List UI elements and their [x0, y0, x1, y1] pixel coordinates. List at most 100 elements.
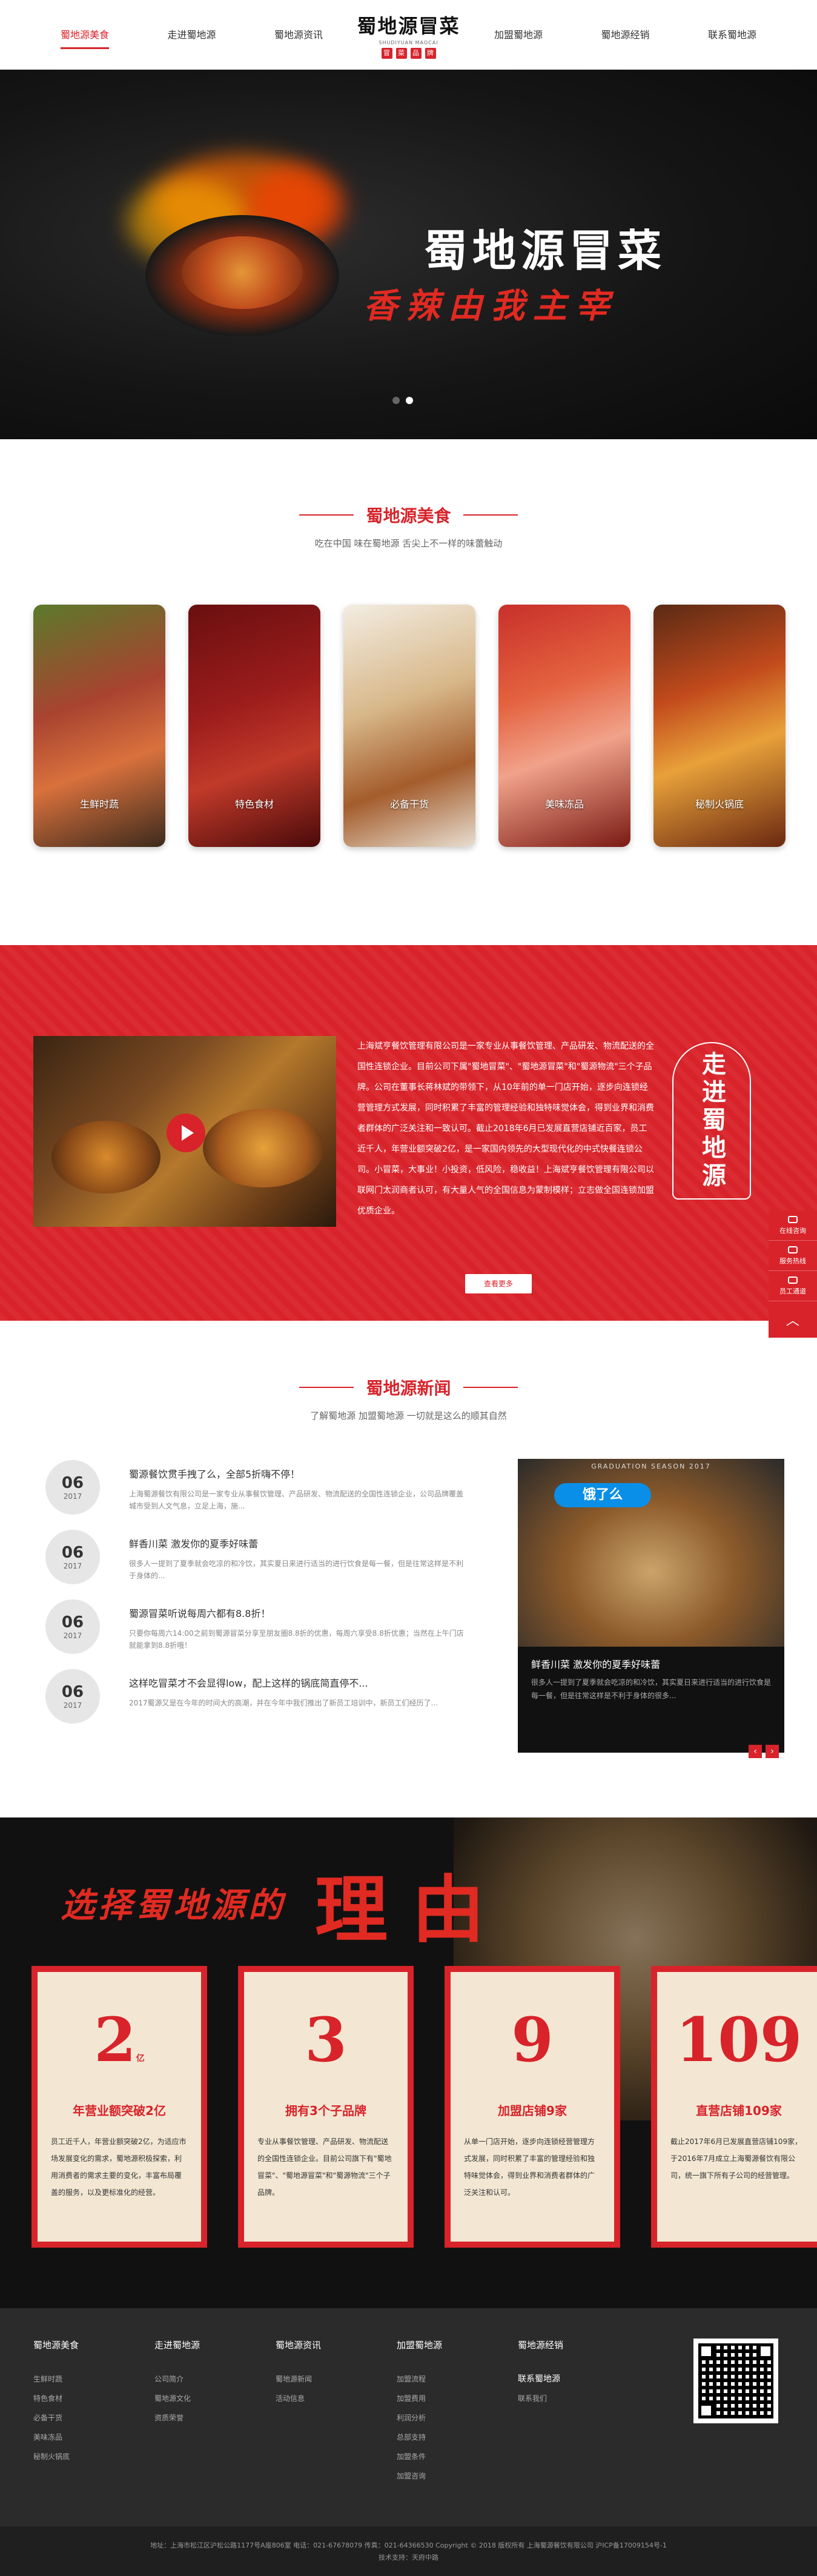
- staff-channel-button[interactable]: 员工通道: [769, 1271, 817, 1301]
- footer-link[interactable]: 联系蜀地源: [518, 2369, 639, 2389]
- logo[interactable]: 蜀地源冒菜 SHUDIYUAN MAOCAI 冒 菜 品 牌: [357, 0, 460, 70]
- news-item[interactable]: 06 2017 蜀源餐饮贯手拽了么，全部5折嗨不停！ 上海蜀源餐饮有限公司是一家…: [45, 1460, 494, 1530]
- news-item-desc: 只要你每周六14:00之前到蜀源冒菜分享至朋友圈8.8折的优惠，每周六享受8.8…: [129, 1629, 464, 1650]
- back-to-top-button[interactable]: ︿: [769, 1301, 817, 1338]
- news-date: 06 2017: [45, 1669, 100, 1724]
- footer-link[interactable]: 必备干货: [33, 2408, 154, 2428]
- news-item[interactable]: 06 2017 这样吃冒菜才不会显得low，配上这样的锅底简直停不... 201…: [45, 1669, 494, 1739]
- nav-join[interactable]: 加盟蜀地源: [470, 0, 567, 70]
- news-list: 06 2017 蜀源餐饮贯手拽了么，全部5折嗨不停！ 上海蜀源餐饮有限公司是一家…: [45, 1460, 494, 1739]
- food-card-label: 必备干货: [389, 798, 429, 810]
- news-year: 2017: [63, 1492, 82, 1501]
- title-line: [299, 1387, 354, 1388]
- hero-banner[interactable]: 蜀地源冒菜 香辣由我主宰: [0, 70, 817, 439]
- news-item-desc: 很多人一提到了夏季就会吃凉的和冷饮，其实夏日来进行适当的进行饮食是每一餐，但是往…: [129, 1559, 464, 1580]
- footer-column-title[interactable]: 蜀地源经销: [518, 2339, 639, 2351]
- reason-cards: 2亿 年营业额突破2亿 员工近千人，年营业额突破2亿，为适应市场发展变化的需求，…: [31, 1966, 817, 2248]
- logo-badge: 牌: [425, 48, 436, 59]
- footer-link[interactable]: 资质荣誉: [154, 2408, 276, 2428]
- news-body: 这样吃冒菜才不会显得low，配上这样的锅底简直停不... 2017蜀源又是在今年…: [129, 1669, 468, 1739]
- nav-food[interactable]: 蜀地源美食: [36, 0, 133, 70]
- reason-number-unit: 亿: [136, 2054, 145, 2063]
- about-video[interactable]: [33, 1036, 336, 1227]
- news-item-title[interactable]: 这样吃冒菜才不会显得low，配上这样的锅底简直停不...: [129, 1675, 468, 1690]
- reason-desc: 截止2017年6月已发展直营店铺109家，于2016年7月成立上海蜀源餐饮有限公…: [670, 2137, 802, 2180]
- footer-column-title[interactable]: 蜀地源资讯: [276, 2339, 397, 2351]
- footer-link[interactable]: 加盟流程: [397, 2369, 518, 2389]
- reason-title: 年营业额突破2亿: [73, 2103, 166, 2118]
- reason-number: 9: [451, 2010, 614, 2089]
- qr-code-pattern: [698, 2343, 773, 2418]
- footer-column-title[interactable]: 加盟蜀地源: [397, 2339, 518, 2351]
- phone-icon: [788, 1246, 798, 1253]
- banner-dot[interactable]: [392, 397, 400, 404]
- food-title: 蜀地源美食: [0, 439, 817, 527]
- footer-link[interactable]: 特色食材: [33, 2389, 154, 2408]
- about-more-button[interactable]: 查看更多: [465, 1274, 532, 1293]
- footer-link[interactable]: 蜀地源新闻: [276, 2369, 397, 2389]
- footer-link[interactable]: 利润分析: [397, 2408, 518, 2428]
- footer-link[interactable]: 加盟咨询: [397, 2466, 518, 2486]
- service-hotline-button[interactable]: 服务热线: [769, 1241, 817, 1271]
- news-feature-title[interactable]: 鲜香川菜 激发你的夏季好味蕾: [518, 1647, 784, 1676]
- nav-dealer[interactable]: 蜀地源经销: [577, 0, 674, 70]
- food-card[interactable]: 秘制火锅底: [653, 605, 786, 847]
- news-item-title[interactable]: 鲜香川菜 激发你的夏季好味蕾: [129, 1536, 468, 1550]
- user-icon: [788, 1276, 798, 1284]
- reason-card: 3 拥有3个子品牌 专业从事餐饮管理、产品研发、物流配送的全国性连锁企业。目前公…: [238, 1966, 414, 2248]
- news-date: 06 2017: [45, 1599, 100, 1654]
- online-consult-button[interactable]: 在线咨询: [769, 1210, 817, 1241]
- food-subtitle: 吃在中国 味在蜀地源 舌尖上不一样的味蕾触动: [314, 538, 503, 549]
- qr-corner: [698, 2403, 714, 2418]
- nav-contact[interactable]: 联系蜀地源: [684, 0, 781, 70]
- footer-link[interactable]: 活动信息: [276, 2389, 397, 2408]
- play-icon[interactable]: [167, 1114, 205, 1152]
- news-day: 06: [61, 1613, 84, 1632]
- qr-code: [693, 2339, 778, 2423]
- about-seal: 走进蜀地源: [672, 1042, 751, 1200]
- food-cards: 生鲜时蔬 特色食材 必备干货 美味冻品 秘制火锅底: [33, 605, 786, 847]
- footer-link[interactable]: 加盟条件: [397, 2447, 518, 2466]
- banner-slogan-main: 蜀地源冒菜: [424, 225, 667, 276]
- title-line: [463, 514, 518, 516]
- food-card-label: 美味冻品: [544, 798, 584, 810]
- news-feature-image: GRADUATION SEASON 2017 饿了么: [518, 1459, 784, 1647]
- footer-link[interactable]: 蜀地源文化: [154, 2389, 276, 2408]
- logo-badge: 菜: [395, 48, 407, 59]
- news-item[interactable]: 06 2017 蜀源冒菜听说每周六都有8.8折！ 只要你每周六14:00之前到蜀…: [45, 1599, 494, 1669]
- news-feature-card[interactable]: GRADUATION SEASON 2017 饿了么 鲜香川菜 激发你的夏季好味…: [518, 1459, 784, 1753]
- news-item-title[interactable]: 蜀源餐饮贯手拽了么，全部5折嗨不停！: [129, 1466, 468, 1481]
- reasons-title-lead: 选择蜀地源的: [61, 1885, 286, 1925]
- food-card[interactable]: 必备干货: [343, 605, 475, 847]
- banner-dot-active[interactable]: [406, 397, 413, 404]
- arrow-right-icon[interactable]: ›: [766, 1745, 779, 1758]
- footer-link[interactable]: 美味冻品: [33, 2428, 154, 2447]
- news-feature-desc: 很多人一提到了夏季就会吃凉的和冷饮，其实夏日来进行适当的进行饮食是每一餐，但是往…: [531, 1678, 772, 1700]
- banner-slogan-sub: 香辣由我主宰: [363, 286, 618, 326]
- news-item[interactable]: 06 2017 鲜香川菜 激发你的夏季好味蕾 很多人一提到了夏季就会吃凉的和冷饮…: [45, 1530, 494, 1599]
- footer-link[interactable]: 公司简介: [154, 2369, 276, 2389]
- reason-desc: 员工近千人，年营业额突破2亿，为适应市场发展变化的需求，蜀地源积极探索，利用消费…: [51, 2137, 187, 2197]
- footer-column-title[interactable]: 走进蜀地源: [154, 2339, 276, 2351]
- arrow-left-icon[interactable]: ‹: [749, 1745, 762, 1758]
- footer-column-title[interactable]: 蜀地源美食: [33, 2339, 154, 2351]
- footer-link[interactable]: 秘制火锅底: [33, 2447, 154, 2466]
- food-card[interactable]: 生鲜时蔬: [33, 605, 165, 847]
- nav-about[interactable]: 走进蜀地源: [144, 0, 240, 70]
- reason-number: 109: [657, 2010, 817, 2089]
- footer: 蜀地源美食 生鲜时蔬 特色食材 必备干货 美味冻品 秘制火锅底 走进蜀地源 公司…: [0, 2308, 817, 2526]
- copyright-bar: 地址：上海市松江区沪松公路1177号A座806室 电话：021-67678079…: [0, 2526, 817, 2576]
- footer-link[interactable]: 生鲜时蔬: [33, 2369, 154, 2389]
- food-card-label: 生鲜时蔬: [79, 798, 119, 810]
- food-card[interactable]: 特色食材: [188, 605, 320, 847]
- news-day: 06: [61, 1683, 84, 1701]
- footer-link[interactable]: 加盟费用: [397, 2389, 518, 2408]
- footer-column: 加盟蜀地源 加盟流程 加盟费用 利润分析 总部支持 加盟条件 加盟咨询: [397, 2339, 518, 2486]
- food-card[interactable]: 美味冻品: [498, 605, 630, 847]
- reason-number-value: 2: [94, 2004, 136, 2076]
- news-date: 06 2017: [45, 1460, 100, 1515]
- nav-news[interactable]: 蜀地源资讯: [250, 0, 347, 70]
- news-item-title[interactable]: 蜀源冒菜听说每周六都有8.8折！: [129, 1605, 468, 1620]
- footer-link[interactable]: 联系我们: [518, 2389, 639, 2408]
- footer-link[interactable]: 总部支持: [397, 2428, 518, 2447]
